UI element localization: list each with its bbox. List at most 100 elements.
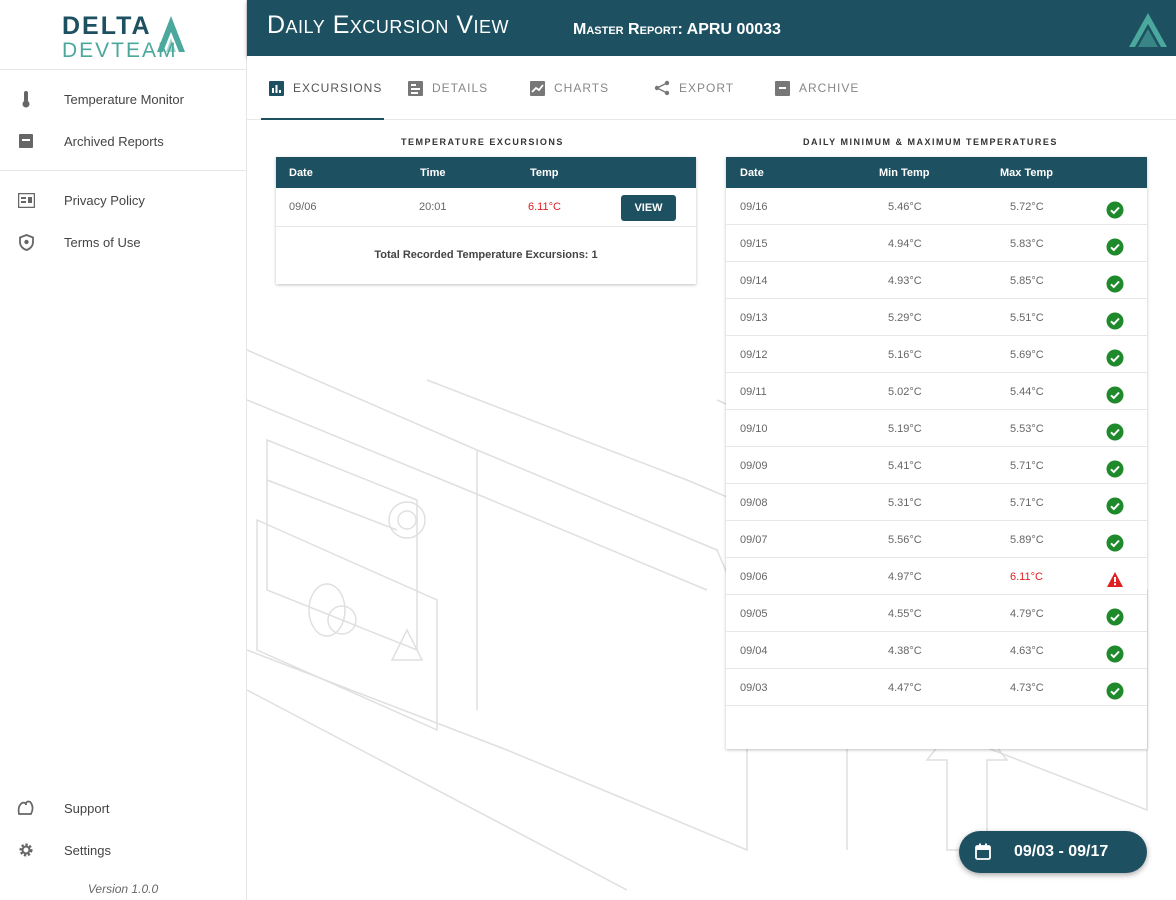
excursion-temp: 6.11°C	[528, 201, 561, 213]
check-circle-icon	[1106, 238, 1124, 256]
column-header-date: Date	[289, 167, 313, 179]
check-circle-icon	[1106, 497, 1124, 515]
daily-table-header: Date Min Temp Max Temp	[726, 157, 1147, 188]
daily-max-temp: 5.44°C	[1010, 386, 1044, 398]
sidebar-bottom-nav: Support Settings	[0, 787, 246, 871]
sidebar-secondary-nav: Privacy Policy Terms of Use	[0, 171, 246, 271]
policy-icon	[16, 190, 36, 210]
daily-min-temp: 4.93°C	[888, 275, 922, 287]
table-row: 09/08 5.31°C 5.71°C	[726, 484, 1147, 521]
table-row: 09/13 5.29°C 5.51°C	[726, 299, 1147, 336]
excursion-time: 20:01	[419, 201, 447, 213]
daily-date: 09/11	[740, 386, 767, 398]
sidebar-item-temperature-monitor[interactable]: Temperature Monitor	[0, 78, 246, 120]
sidebar-item-label: Terms of Use	[64, 234, 141, 250]
shield-icon	[16, 232, 36, 252]
daily-min-temp: 4.94°C	[888, 238, 922, 250]
daily-date: 09/04	[740, 645, 768, 657]
tab-label: DETAILS	[432, 81, 489, 95]
daily-max-temp: 4.63°C	[1010, 645, 1044, 657]
daily-min-temp: 5.16°C	[888, 349, 922, 361]
daily-date: 09/07	[740, 534, 768, 546]
table-row: 09/04 4.38°C 4.63°C	[726, 632, 1147, 669]
column-header-min-temp: Min Temp	[879, 167, 930, 179]
table-row: 09/16 5.46°C 5.72°C	[726, 188, 1147, 225]
view-excursion-button[interactable]: VIEW	[621, 195, 676, 221]
excursions-table-header: Date Time Temp	[276, 157, 696, 188]
support-hand-icon	[16, 798, 36, 818]
excursion-date: 09/06	[289, 201, 317, 213]
report-subtitle: Master Report: APRU 00033	[573, 21, 781, 38]
excursions-total-text: Total Recorded Temperature Excursions: 1	[374, 249, 598, 261]
line-chart-icon	[530, 80, 545, 96]
daily-table-body: 09/16 5.46°C 5.72°C 09/15 4.94°C 5.83°C 09/14 4…	[726, 188, 1147, 706]
daily-min-temp: 5.56°C	[888, 534, 922, 546]
sidebar-item-support[interactable]: Support	[0, 787, 246, 829]
tab-label: EXCURSIONS	[293, 81, 383, 95]
daily-max-temp: 5.71°C	[1010, 497, 1044, 509]
daily-max-temp: 5.53°C	[1010, 423, 1044, 435]
excursions-total: Total Recorded Temperature Excursions: 1	[276, 227, 696, 284]
app-version: Version 1.0.0	[87, 882, 159, 896]
table-row: 09/10 5.19°C 5.53°C	[726, 410, 1147, 447]
daily-min-temp: 5.29°C	[888, 312, 922, 324]
daily-max-temp: 4.73°C	[1010, 682, 1044, 694]
column-header-max-temp: Max Temp	[1000, 167, 1053, 179]
tab-excursions[interactable]: EXCURSIONS	[269, 56, 382, 120]
table-row: 09/06 4.97°C 6.11°C	[726, 558, 1147, 595]
daily-date: 09/03	[740, 682, 768, 694]
page-title: Daily Excursion View	[267, 11, 509, 39]
daily-min-temp: 5.02°C	[888, 386, 922, 398]
table-row: 09/03 4.47°C 4.73°C	[726, 669, 1147, 706]
daily-min-temp: 5.46°C	[888, 201, 922, 213]
tab-label: EXPORT	[679, 81, 735, 95]
sidebar-item-archived-reports[interactable]: Archived Reports	[0, 120, 246, 162]
sidebar-item-label: Support	[64, 800, 110, 816]
date-range-button[interactable]: 09/03 - 09/17	[959, 831, 1147, 873]
daily-max-temp: 5.69°C	[1010, 349, 1044, 361]
daily-min-temp: 4.47°C	[888, 682, 922, 694]
tab-export[interactable]: EXPORT	[654, 56, 734, 120]
tab-archive[interactable]: ARCHIVE	[775, 56, 859, 120]
archive-icon	[16, 131, 36, 151]
share-icon	[654, 80, 670, 96]
daily-date: 09/15	[740, 238, 768, 250]
sidebar-primary-nav: Temperature Monitor Archived Reports	[0, 70, 246, 171]
sidebar-item-privacy-policy[interactable]: Privacy Policy	[0, 179, 246, 221]
tab-label: ARCHIVE	[799, 81, 860, 95]
sidebar-item-label: Privacy Policy	[64, 192, 145, 208]
daily-date: 09/05	[740, 608, 768, 620]
daily-date: 09/06	[740, 571, 768, 583]
brand-logo[interactable]: DELTA DEVTEAM	[0, 0, 246, 70]
daily-temps-card: Date Min Temp Max Temp 09/16 5.46°C 5.72°C…	[726, 157, 1147, 749]
check-circle-icon	[1106, 312, 1124, 330]
sidebar-item-label: Archived Reports	[64, 133, 164, 149]
sidebar-item-settings[interactable]: Settings	[0, 829, 246, 871]
warning-icon	[1106, 571, 1124, 589]
daily-max-temp: 5.51°C	[1010, 312, 1044, 324]
sidebar-item-terms-of-use[interactable]: Terms of Use	[0, 221, 246, 263]
thermometer-icon	[16, 89, 36, 109]
daily-date: 09/08	[740, 497, 768, 509]
tab-charts[interactable]: CHARTS	[530, 56, 609, 120]
excursions-card: Date Time Temp 09/06 20:01 6.11°C VIEW T…	[276, 157, 696, 284]
daily-max-temp: 6.11°C	[1010, 571, 1043, 583]
excursions-section-title: Temperature Excursions	[401, 137, 564, 147]
logo-mountain-icon	[1129, 13, 1167, 47]
check-circle-icon	[1106, 534, 1124, 552]
calendar-icon	[975, 843, 991, 865]
table-row: 09/14 4.93°C 5.85°C	[726, 262, 1147, 299]
check-circle-icon	[1106, 275, 1124, 293]
details-icon	[408, 80, 423, 96]
daily-min-temp: 5.31°C	[888, 497, 922, 509]
daily-min-temp: 4.97°C	[888, 571, 922, 583]
table-row: 09/12 5.16°C 5.69°C	[726, 336, 1147, 373]
daily-max-temp: 5.89°C	[1010, 534, 1044, 546]
active-tab-indicator	[261, 118, 384, 120]
daily-min-temp: 5.19°C	[888, 423, 922, 435]
check-circle-icon	[1106, 682, 1124, 700]
tab-label: CHARTS	[554, 81, 610, 95]
tab-details[interactable]: DETAILS	[408, 56, 488, 120]
daily-date: 09/10	[740, 423, 768, 435]
page-header: Daily Excursion View Master Report: APRU…	[247, 0, 1176, 56]
